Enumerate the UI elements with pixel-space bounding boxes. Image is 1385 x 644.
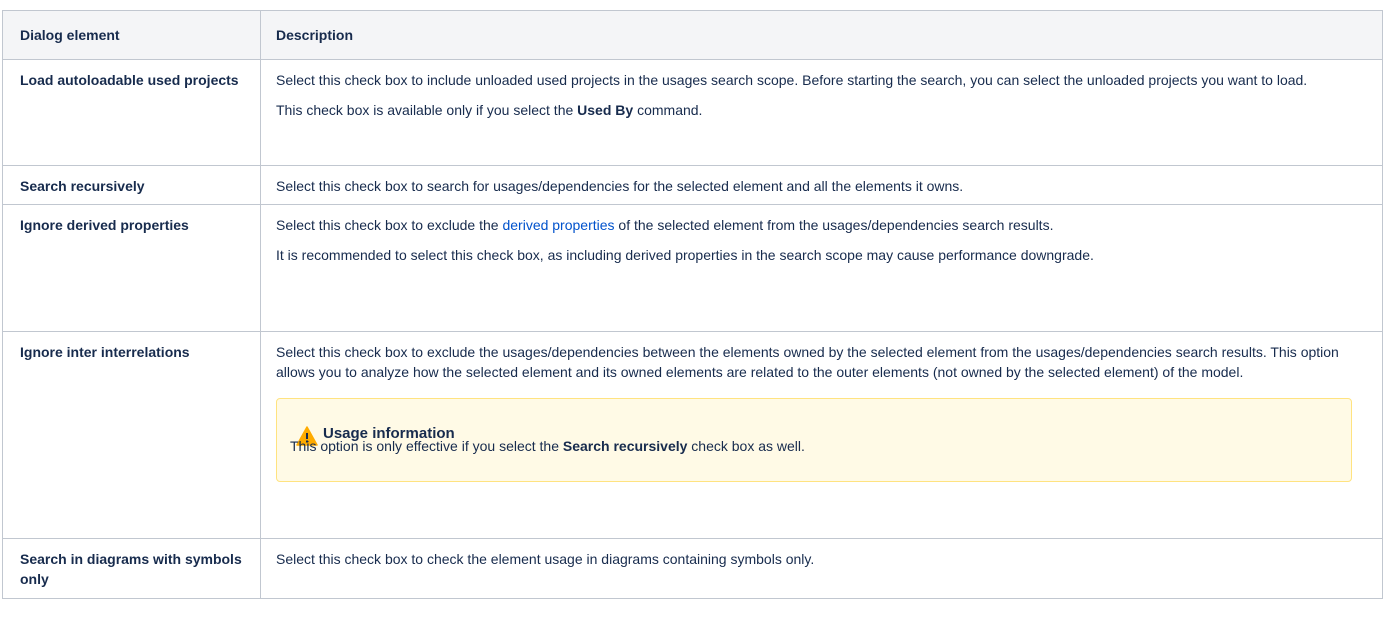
usage-information-panel: Usage information This option is only ef… — [276, 398, 1352, 482]
element-name: Search in diagrams with symbols only — [2, 538, 261, 599]
dialog-elements-table: Dialog element Description Load autoload… — [2, 10, 1383, 599]
element-name: Ignore inter interrelations — [2, 331, 261, 539]
description-paragraph: Select this check box to include unloade… — [276, 72, 1308, 88]
description-paragraph: Select this check box to exclude the usa… — [276, 344, 1339, 380]
description-paragraph: Select this check box to check the eleme… — [276, 551, 815, 567]
bold-text: Search recursively — [562, 438, 688, 454]
page: Dialog element Description Load autoload… — [0, 0, 1385, 599]
derived-properties-link[interactable]: derived properties — [502, 217, 614, 233]
element-name: Load autoloadable used projects — [2, 59, 261, 166]
element-description: Select this check box to search for usag… — [260, 165, 1383, 205]
element-description: Select this check box to check the eleme… — [260, 538, 1383, 599]
table-row: Search in diagrams with symbols only Sel… — [2, 538, 1383, 599]
text-segment: This option is only effective if you sel… — [290, 438, 563, 454]
description-paragraph: Select this check box to exclude the der… — [276, 215, 1352, 235]
table-row: Ignore derived properties Select this ch… — [2, 204, 1383, 332]
panel-body: This option is only effective if you sel… — [290, 436, 805, 456]
element-description: Select this check box to exclude the der… — [260, 204, 1383, 332]
text-segment: This check box is available only if you … — [276, 102, 578, 118]
table-row: Load autoloadable used projects Select t… — [2, 59, 1383, 166]
column-header-description: Description — [260, 10, 1383, 60]
element-description: Select this check box to exclude the usa… — [260, 331, 1383, 539]
description-paragraph: Select this check box to search for usag… — [276, 178, 964, 194]
column-header-dialog-element: Dialog element — [2, 10, 261, 60]
element-name: Ignore derived properties — [2, 204, 261, 332]
description-paragraph: This check box is available only if you … — [276, 100, 1352, 120]
description-paragraph: It is recommended to select this check b… — [276, 247, 1094, 263]
element-name: Search recursively — [2, 165, 261, 205]
text-segment: Select this check box to exclude the — [276, 217, 503, 233]
table-row: Ignore inter interrelations Select this … — [2, 331, 1383, 539]
text-segment: check box as well. — [687, 438, 805, 454]
table-header-row: Dialog element Description — [2, 10, 1383, 60]
element-description: Select this check box to include unloade… — [260, 59, 1383, 166]
text-segment: command. — [633, 102, 703, 118]
table-row: Search recursively Select this check box… — [2, 165, 1383, 205]
text-segment: of the selected element from the usages/… — [614, 217, 1054, 233]
bold-text: Used By — [577, 102, 634, 118]
